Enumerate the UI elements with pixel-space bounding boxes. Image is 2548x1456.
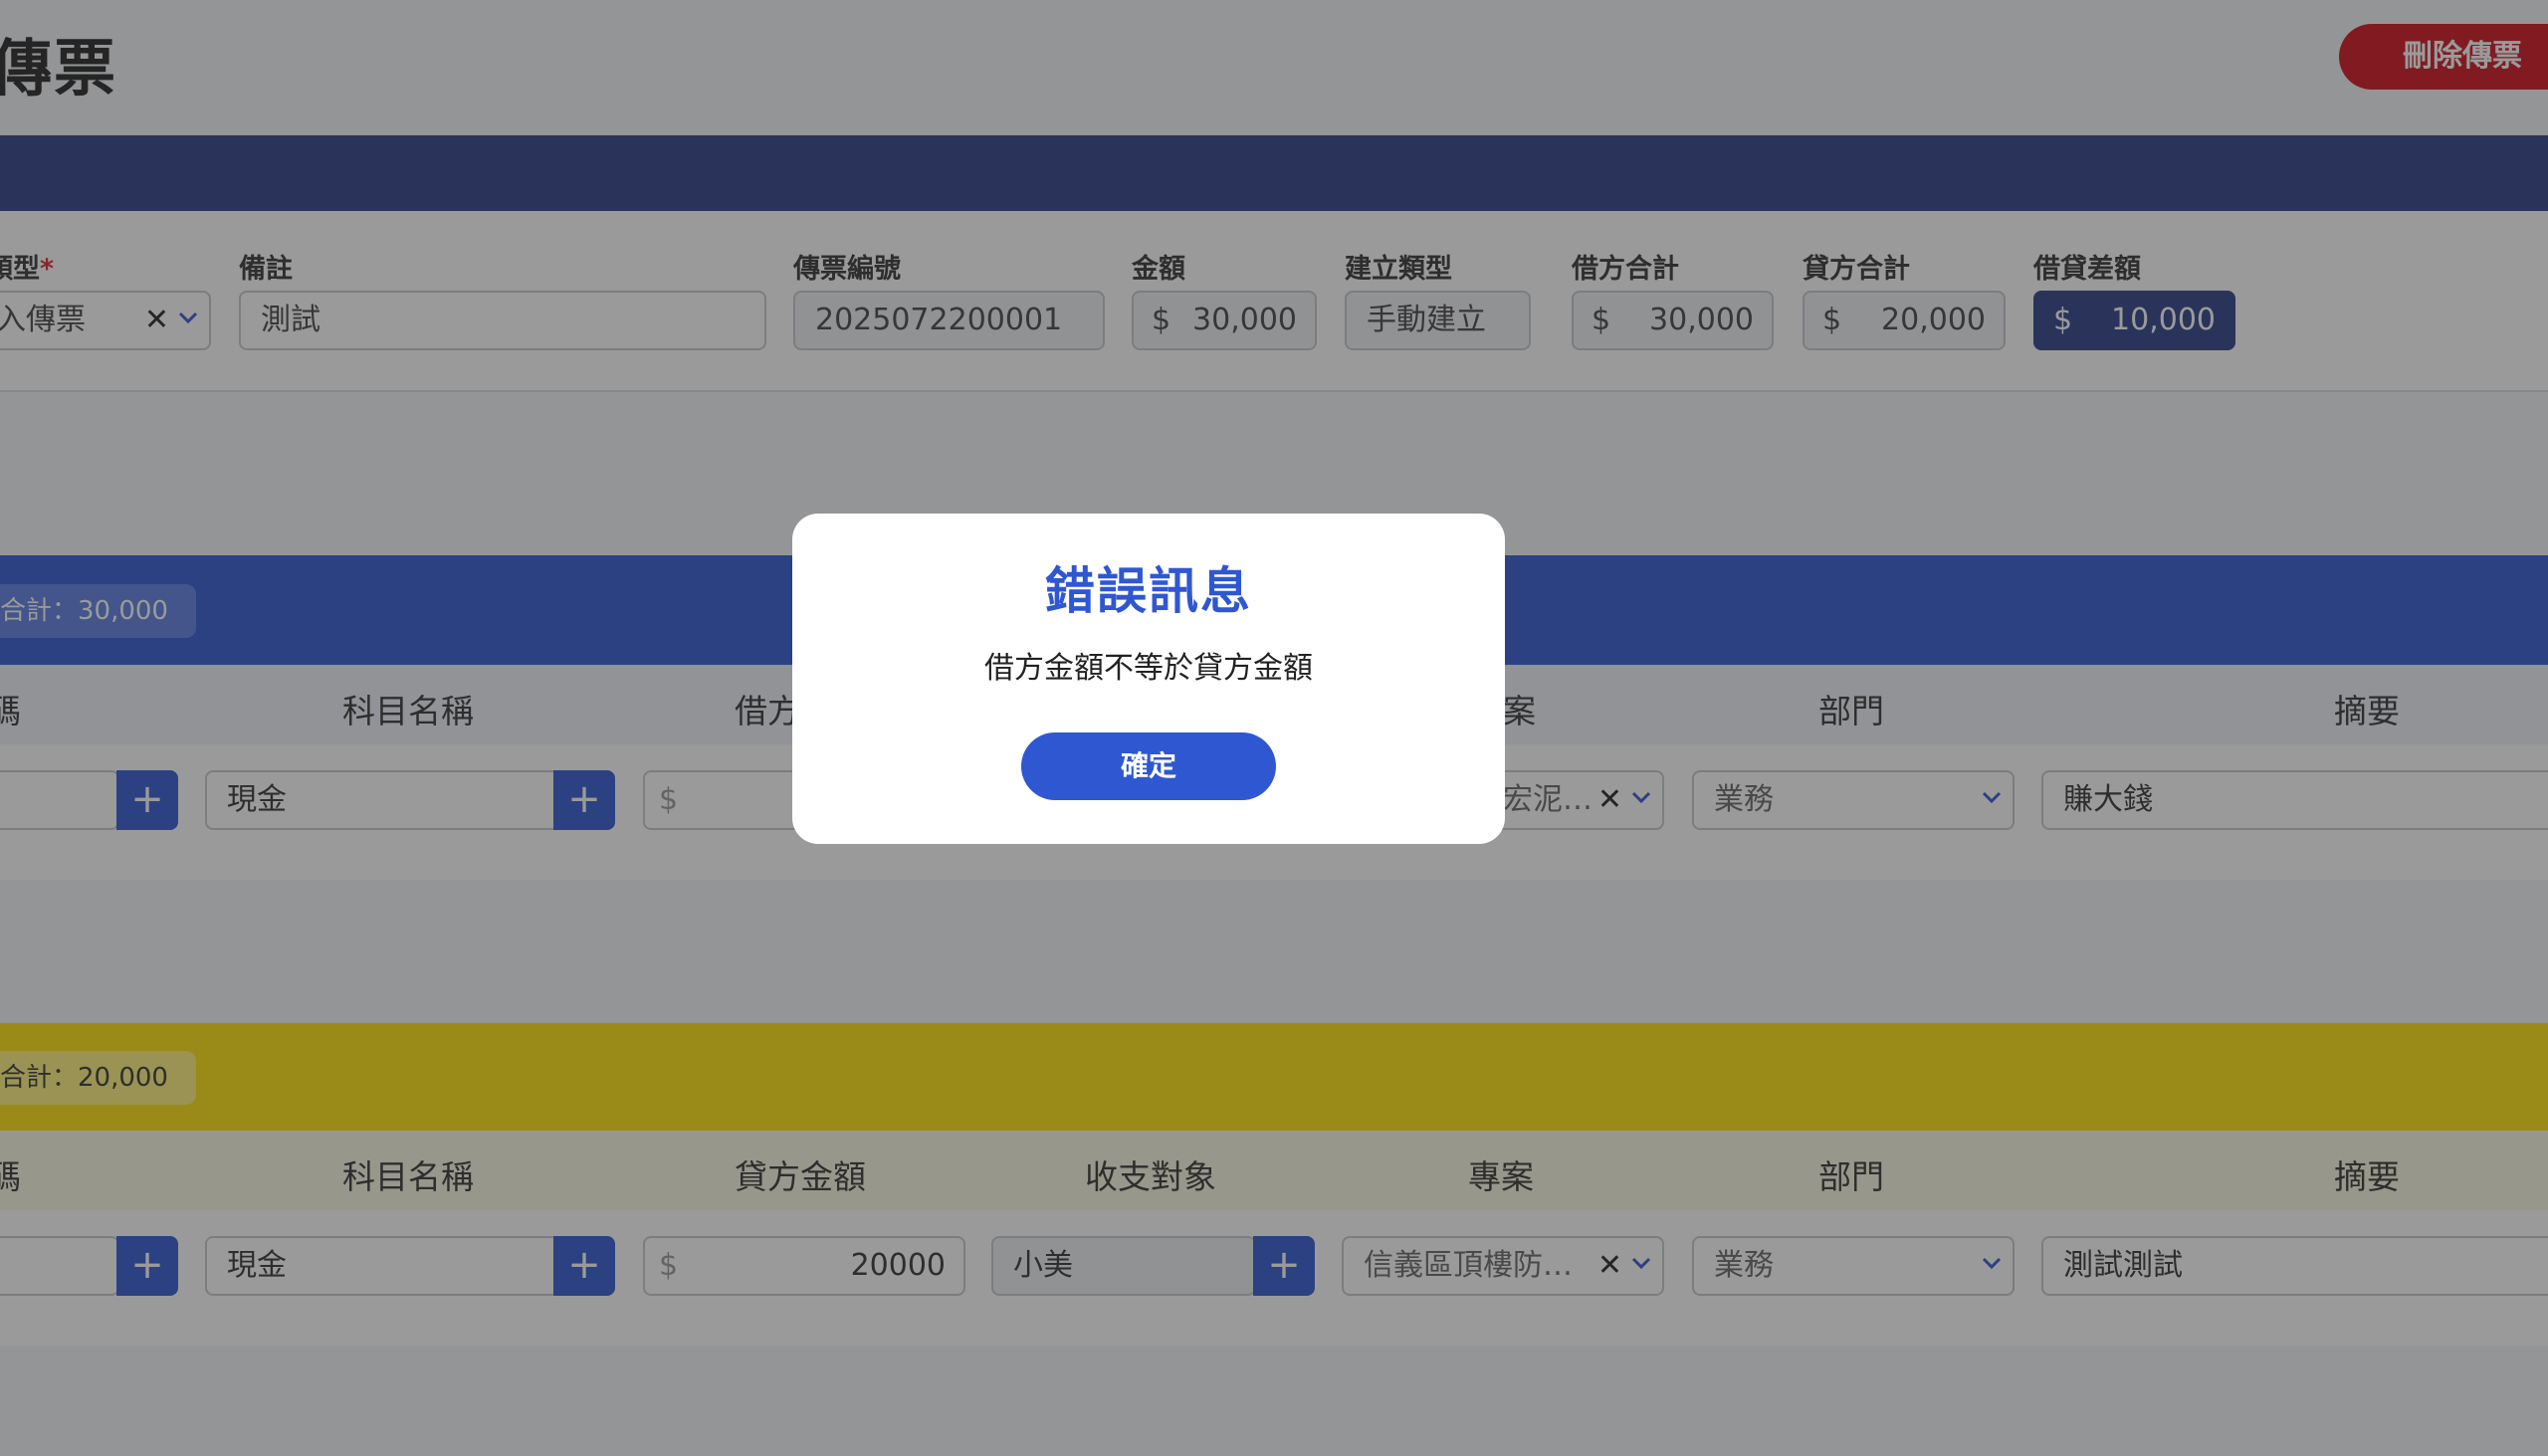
confirm-button[interactable]: 確定: [1021, 732, 1276, 800]
dialog-message: 借方金額不等於貸方金額: [984, 651, 1313, 686]
error-dialog: 錯誤訊息 借方金額不等於貸方金額 確定: [792, 514, 1505, 844]
dialog-title: 錯誤訊息: [1045, 562, 1252, 620]
